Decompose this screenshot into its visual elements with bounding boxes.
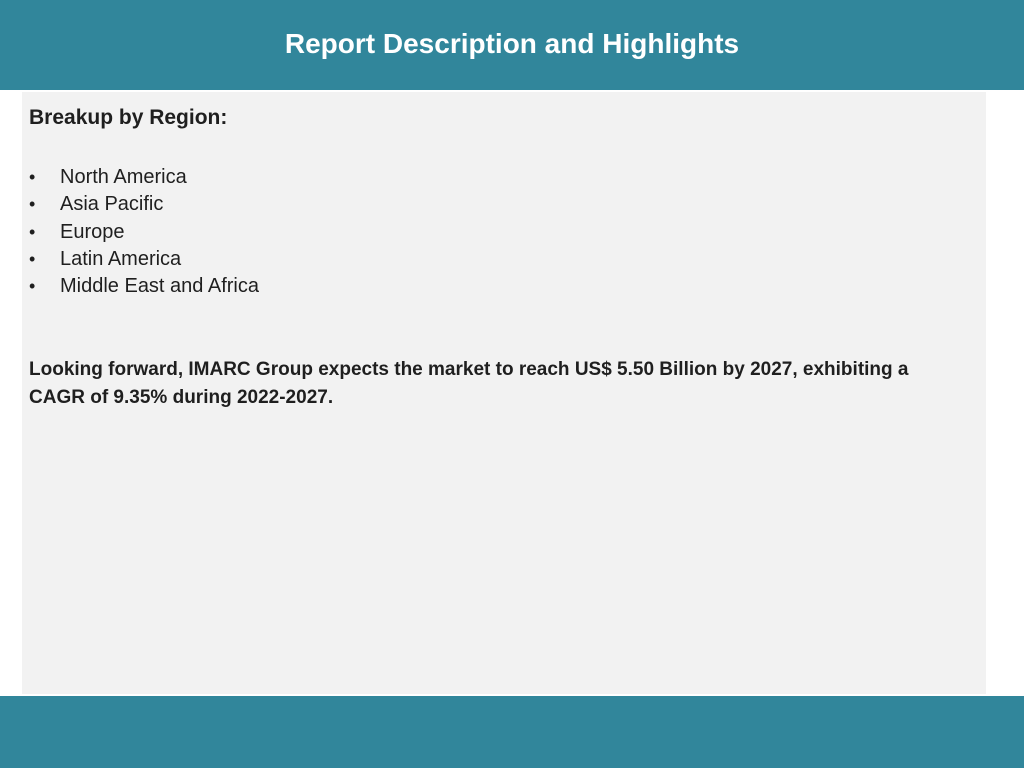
bullet-icon: • [29, 248, 36, 269]
bullet-icon: • [29, 167, 36, 187]
content-panel: Breakup by Region: • North America • Asi… [22, 92, 986, 694]
region-label: Latin America [60, 247, 182, 270]
list-item: • Latin America [29, 246, 259, 273]
region-list: • North America • Asia Pacific • Europe … [29, 164, 259, 300]
footer-bar [0, 696, 1024, 768]
list-item: • Europe [29, 219, 259, 246]
list-item: • Middle East and Africa [29, 273, 259, 300]
page-title: Report Description and Highlights [284, 28, 740, 59]
bullet-icon: • [29, 194, 36, 215]
list-item: • Asia Pacific [29, 191, 259, 218]
forecast-statement: Looking forward, IMARC Group expects the… [29, 359, 909, 408]
bullet-icon: • [29, 276, 36, 297]
bullet-icon: • [29, 221, 36, 242]
region-label: North America [60, 166, 187, 188]
region-label: Asia Pacific [60, 193, 164, 216]
list-item: • North America [29, 164, 259, 191]
region-label: Middle East and Africa [60, 275, 259, 298]
section-heading: Breakup by Region: [29, 106, 228, 129]
header-bar: Report Description and Highlights [0, 0, 1024, 90]
region-label: Europe [60, 220, 125, 243]
